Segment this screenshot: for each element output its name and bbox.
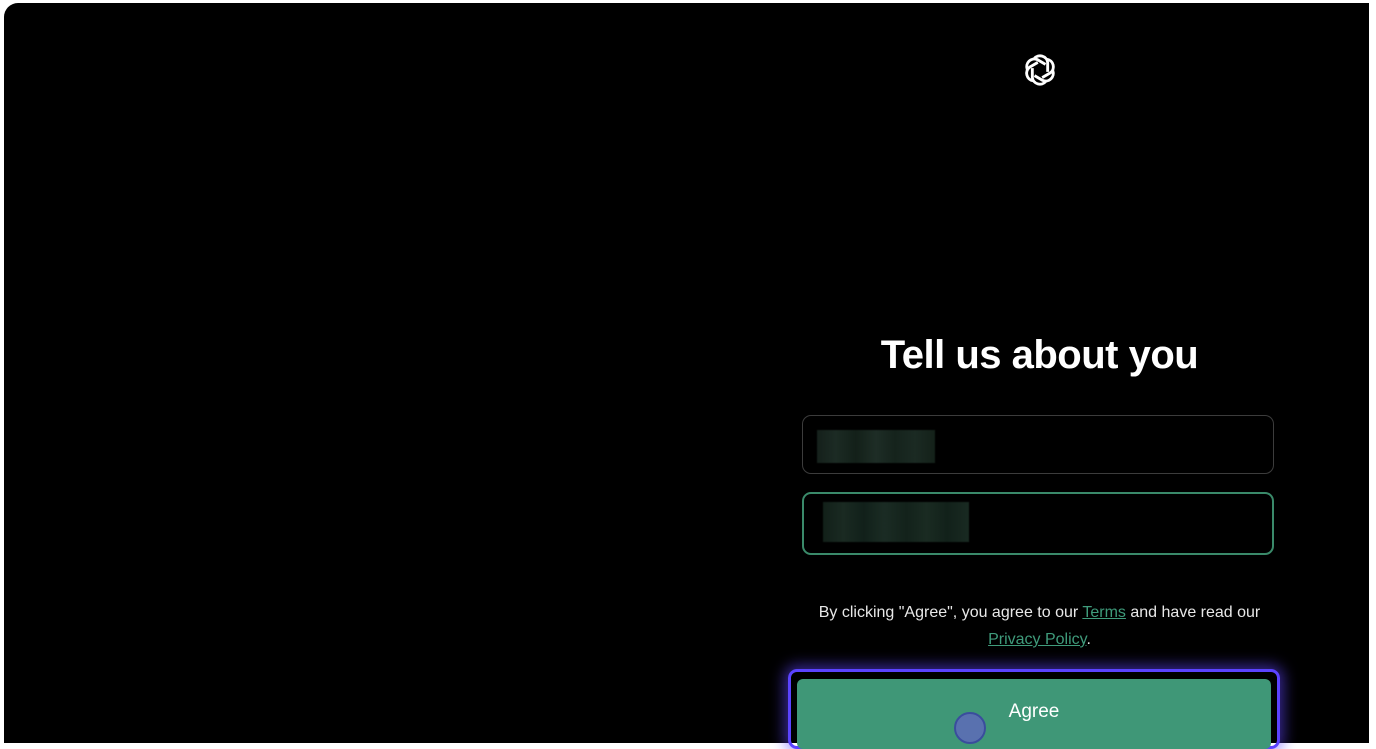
full-name-field[interactable] [802,415,1274,474]
legal-suffix: . [1086,631,1091,648]
legal-prefix: By clicking "Agree", you agree to our [818,604,1083,621]
app-window: Tell us about you By clicking "Agree", y… [4,3,1369,743]
openai-logo-icon [1017,47,1063,93]
full-name-input[interactable] [803,416,1273,473]
agree-button-label: Agree [1008,701,1060,722]
terms-link[interactable]: Terms [1082,604,1126,621]
birthday-field[interactable] [802,492,1274,555]
privacy-policy-link[interactable]: Privacy Policy [988,631,1086,648]
birthday-input[interactable] [804,494,1272,553]
legal-middle: and have read our [1125,604,1261,621]
touch-cursor-indicator [954,712,986,744]
legal-notice: By clicking "Agree", you agree to our Te… [802,599,1277,653]
agree-button[interactable]: Agree [797,679,1271,749]
page-title: Tell us about you [880,333,1199,377]
